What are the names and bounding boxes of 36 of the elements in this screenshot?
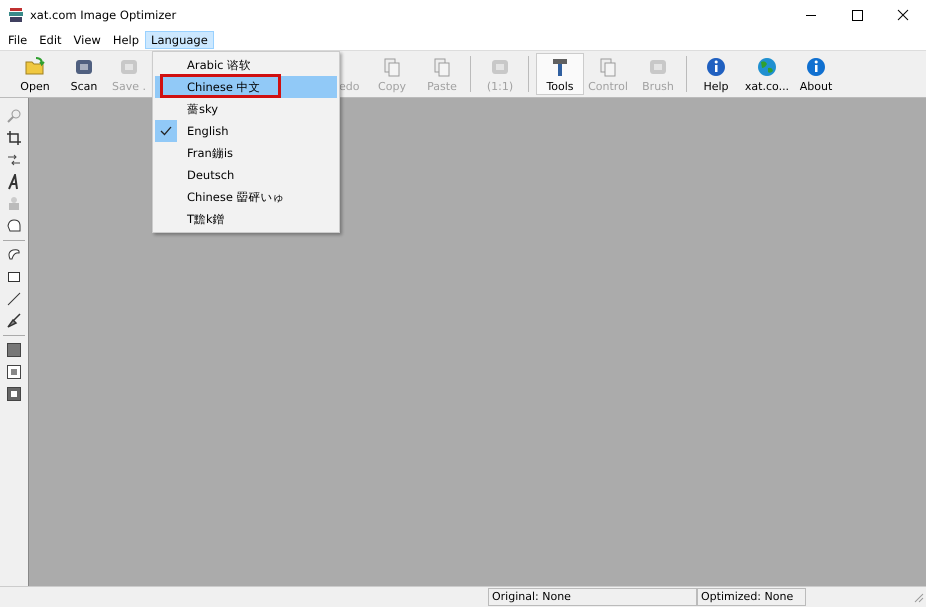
rectangle-icon[interactable]	[6, 269, 22, 285]
inverse-swatch-icon[interactable]	[6, 386, 22, 402]
menu-item[interactable]: Chinese 罶砰いゅ	[155, 186, 337, 208]
folder-icon	[24, 56, 46, 78]
toolbar-button[interactable]: About	[794, 53, 838, 95]
globe-icon	[756, 56, 778, 78]
help-icon	[705, 56, 727, 78]
menu-item[interactable]: View	[68, 31, 107, 49]
rotate-icon[interactable]	[6, 152, 22, 168]
toolbar-button[interactable]: Tools	[536, 53, 584, 95]
menu-item[interactable]: Arabic 谘软	[155, 54, 337, 76]
menu-item[interactable]: Language	[145, 31, 214, 49]
line-icon[interactable]	[6, 291, 22, 307]
crop-icon[interactable]	[6, 130, 22, 146]
hand-icon[interactable]	[6, 218, 22, 234]
resize-grip-icon[interactable]	[912, 591, 924, 603]
status-panel: Optimized: None	[697, 588, 806, 606]
info-icon	[805, 56, 827, 78]
fill-swatch-icon[interactable]	[6, 342, 22, 358]
toolbar-button[interactable]: Open	[12, 53, 58, 95]
menu-item[interactable]: Help	[106, 31, 146, 49]
status-panel: Original: None	[488, 588, 697, 606]
menu-item[interactable]: English	[155, 120, 337, 142]
app-icon	[8, 7, 24, 23]
toolbar-button[interactable]: Help	[696, 53, 736, 95]
menu-item[interactable]: File	[2, 31, 34, 49]
menu-item[interactable]: T黵k鏳	[155, 208, 337, 230]
menu-item[interactable]: Chinese 中文	[155, 76, 337, 98]
menu-item[interactable]: Edit	[33, 31, 68, 49]
toolbar-button[interactable]: Scan	[60, 53, 108, 95]
toolbar-button[interactable]: xat.co...	[740, 53, 794, 95]
menu-item[interactable]: 薔sky	[155, 98, 337, 120]
window-title: xat.com Image Optimizer	[30, 8, 176, 22]
outline-swatch-icon[interactable]	[6, 364, 22, 380]
menu-item[interactable]: Deutsch	[155, 164, 337, 186]
menu-item[interactable]: Fran鏰is	[155, 142, 337, 164]
